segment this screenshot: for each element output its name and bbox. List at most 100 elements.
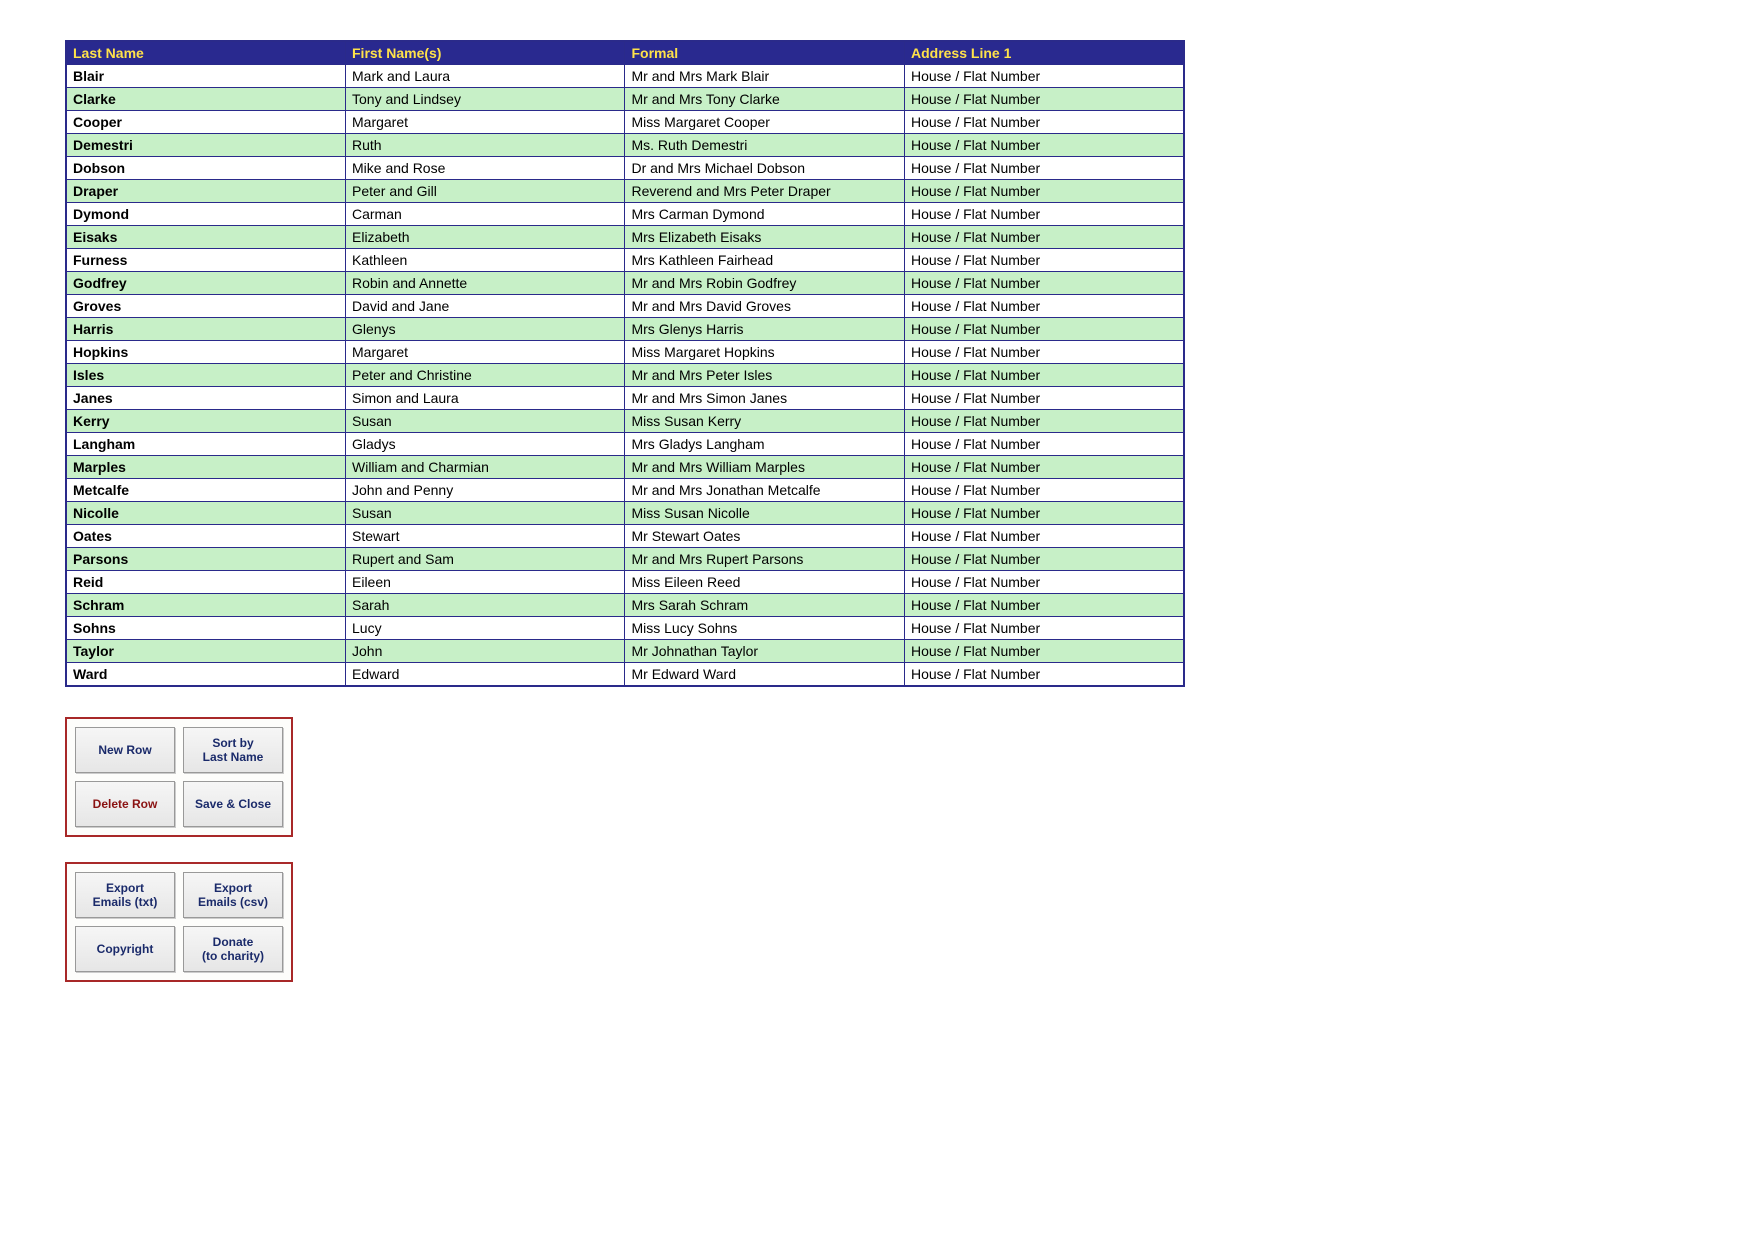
cell-first-name[interactable]: Susan (346, 410, 625, 433)
cell-first-name[interactable]: Rupert and Sam (346, 548, 625, 571)
cell-first-name[interactable]: Carman (346, 203, 625, 226)
cell-first-name[interactable]: Kathleen (346, 249, 625, 272)
cell-last-name[interactable]: Clarke (66, 88, 346, 111)
cell-formal[interactable]: Ms. Ruth Demestri (625, 134, 905, 157)
cell-formal[interactable]: Mrs Sarah Schram (625, 594, 905, 617)
cell-last-name[interactable]: Janes (66, 387, 346, 410)
cell-first-name[interactable]: Peter and Gill (346, 180, 625, 203)
cell-address1[interactable]: House / Flat Number (904, 502, 1184, 525)
table-row[interactable]: ReidEileenMiss Eileen ReedHouse / Flat N… (66, 571, 1184, 594)
table-row[interactable]: DymondCarmanMrs Carman DymondHouse / Fla… (66, 203, 1184, 226)
cell-last-name[interactable]: Langham (66, 433, 346, 456)
cell-formal[interactable]: Miss Susan Nicolle (625, 502, 905, 525)
cell-first-name[interactable]: Gladys (346, 433, 625, 456)
cell-last-name[interactable]: Oates (66, 525, 346, 548)
cell-formal[interactable]: Miss Margaret Cooper (625, 111, 905, 134)
table-row[interactable]: ClarkeTony and LindseyMr and Mrs Tony Cl… (66, 88, 1184, 111)
cell-address1[interactable]: House / Flat Number (904, 111, 1184, 134)
cell-address1[interactable]: House / Flat Number (904, 341, 1184, 364)
cell-last-name[interactable]: Blair (66, 65, 346, 88)
cell-last-name[interactable]: Nicolle (66, 502, 346, 525)
cell-first-name[interactable]: Mark and Laura (346, 65, 625, 88)
cell-formal[interactable]: Mrs Carman Dymond (625, 203, 905, 226)
donate-button[interactable]: Donate (to charity) (183, 926, 283, 972)
new-row-button[interactable]: New Row (75, 727, 175, 773)
cell-last-name[interactable]: Furness (66, 249, 346, 272)
table-row[interactable]: HopkinsMargaretMiss Margaret HopkinsHous… (66, 341, 1184, 364)
cell-address1[interactable]: House / Flat Number (904, 318, 1184, 341)
cell-address1[interactable]: House / Flat Number (904, 157, 1184, 180)
table-row[interactable]: LanghamGladysMrs Gladys LanghamHouse / F… (66, 433, 1184, 456)
export-txt-button[interactable]: Export Emails (txt) (75, 872, 175, 918)
table-row[interactable]: GrovesDavid and JaneMr and Mrs David Gro… (66, 295, 1184, 318)
cell-first-name[interactable]: Margaret (346, 111, 625, 134)
cell-address1[interactable]: House / Flat Number (904, 663, 1184, 687)
cell-first-name[interactable]: Ruth (346, 134, 625, 157)
cell-address1[interactable]: House / Flat Number (904, 272, 1184, 295)
table-row[interactable]: FurnessKathleenMrs Kathleen FairheadHous… (66, 249, 1184, 272)
copyright-button[interactable]: Copyright (75, 926, 175, 972)
cell-address1[interactable]: House / Flat Number (904, 88, 1184, 111)
table-row[interactable]: DemestriRuthMs. Ruth DemestriHouse / Fla… (66, 134, 1184, 157)
cell-last-name[interactable]: Marples (66, 456, 346, 479)
cell-address1[interactable]: House / Flat Number (904, 226, 1184, 249)
cell-formal[interactable]: Mrs Glenys Harris (625, 318, 905, 341)
cell-last-name[interactable]: Harris (66, 318, 346, 341)
cell-last-name[interactable]: Demestri (66, 134, 346, 157)
cell-first-name[interactable]: Edward (346, 663, 625, 687)
cell-last-name[interactable]: Dobson (66, 157, 346, 180)
cell-last-name[interactable]: Sohns (66, 617, 346, 640)
cell-first-name[interactable]: Eileen (346, 571, 625, 594)
cell-first-name[interactable]: Glenys (346, 318, 625, 341)
cell-address1[interactable]: House / Flat Number (904, 617, 1184, 640)
cell-first-name[interactable]: Elizabeth (346, 226, 625, 249)
cell-address1[interactable]: House / Flat Number (904, 571, 1184, 594)
table-row[interactable]: BlairMark and LauraMr and Mrs Mark Blair… (66, 65, 1184, 88)
cell-formal[interactable]: Mrs Gladys Langham (625, 433, 905, 456)
cell-formal[interactable]: Reverend and Mrs Peter Draper (625, 180, 905, 203)
table-row[interactable]: SchramSarahMrs Sarah SchramHouse / Flat … (66, 594, 1184, 617)
cell-address1[interactable]: House / Flat Number (904, 65, 1184, 88)
table-row[interactable]: SohnsLucyMiss Lucy SohnsHouse / Flat Num… (66, 617, 1184, 640)
cell-last-name[interactable]: Dymond (66, 203, 346, 226)
cell-last-name[interactable]: Taylor (66, 640, 346, 663)
cell-first-name[interactable]: William and Charmian (346, 456, 625, 479)
table-row[interactable]: ParsonsRupert and SamMr and Mrs Rupert P… (66, 548, 1184, 571)
table-row[interactable]: HarrisGlenysMrs Glenys HarrisHouse / Fla… (66, 318, 1184, 341)
cell-formal[interactable]: Mr and Mrs Simon Janes (625, 387, 905, 410)
cell-last-name[interactable]: Parsons (66, 548, 346, 571)
cell-first-name[interactable]: John (346, 640, 625, 663)
cell-formal[interactable]: Mrs Kathleen Fairhead (625, 249, 905, 272)
cell-first-name[interactable]: Margaret (346, 341, 625, 364)
table-row[interactable]: EisaksElizabethMrs Elizabeth EisaksHouse… (66, 226, 1184, 249)
table-row[interactable]: MarplesWilliam and CharmianMr and Mrs Wi… (66, 456, 1184, 479)
col-address1[interactable]: Address Line 1 (904, 41, 1184, 65)
cell-first-name[interactable]: Stewart (346, 525, 625, 548)
cell-formal[interactable]: Mr and Mrs Rupert Parsons (625, 548, 905, 571)
table-row[interactable]: WardEdwardMr Edward WardHouse / Flat Num… (66, 663, 1184, 687)
cell-first-name[interactable]: Tony and Lindsey (346, 88, 625, 111)
cell-address1[interactable]: House / Flat Number (904, 525, 1184, 548)
sort-lastname-button[interactable]: Sort by Last Name (183, 727, 283, 773)
cell-last-name[interactable]: Schram (66, 594, 346, 617)
table-row[interactable]: NicolleSusanMiss Susan NicolleHouse / Fl… (66, 502, 1184, 525)
cell-address1[interactable]: House / Flat Number (904, 548, 1184, 571)
cell-formal[interactable]: Dr and Mrs Michael Dobson (625, 157, 905, 180)
table-row[interactable]: CooperMargaretMiss Margaret CooperHouse … (66, 111, 1184, 134)
table-row[interactable]: TaylorJohnMr Johnathan TaylorHouse / Fla… (66, 640, 1184, 663)
cell-first-name[interactable]: Mike and Rose (346, 157, 625, 180)
cell-formal[interactable]: Miss Susan Kerry (625, 410, 905, 433)
col-first-name[interactable]: First Name(s) (346, 41, 625, 65)
cell-last-name[interactable]: Eisaks (66, 226, 346, 249)
table-row[interactable]: IslesPeter and ChristineMr and Mrs Peter… (66, 364, 1184, 387)
cell-first-name[interactable]: David and Jane (346, 295, 625, 318)
cell-first-name[interactable]: Lucy (346, 617, 625, 640)
cell-last-name[interactable]: Cooper (66, 111, 346, 134)
cell-address1[interactable]: House / Flat Number (904, 456, 1184, 479)
cell-address1[interactable]: House / Flat Number (904, 410, 1184, 433)
cell-formal[interactable]: Mr Johnathan Taylor (625, 640, 905, 663)
cell-last-name[interactable]: Godfrey (66, 272, 346, 295)
cell-formal[interactable]: Miss Margaret Hopkins (625, 341, 905, 364)
cell-address1[interactable]: House / Flat Number (904, 249, 1184, 272)
cell-formal[interactable]: Mr and Mrs David Groves (625, 295, 905, 318)
